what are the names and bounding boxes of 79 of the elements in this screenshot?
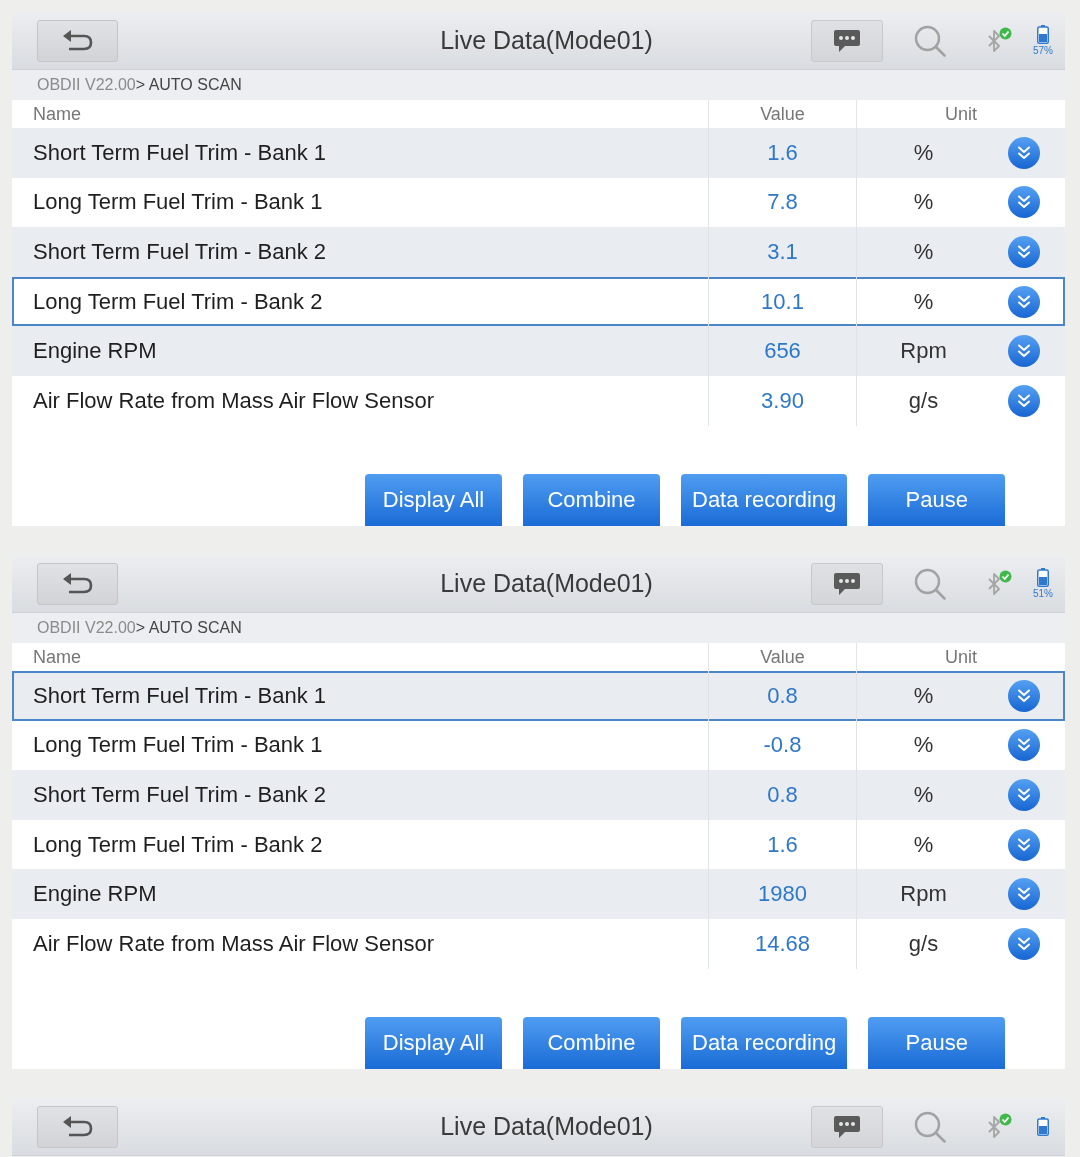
table-row[interactable]: Long Term Fuel Trim - Bank 2 10.1 % <box>12 276 1065 327</box>
back-button[interactable] <box>37 1105 118 1148</box>
table-cell: g/s <box>856 375 990 426</box>
message-button[interactable] <box>811 1105 883 1148</box>
table-row[interactable]: Short Term Fuel Trim - Bank 1 1.6 % <box>12 128 1065 178</box>
bluetooth-connected-icon <box>986 569 1012 598</box>
table-cell-text: Short Term Fuel Trim - Bank 1 <box>32 138 327 167</box>
table-cell-text: Long Term Fuel Trim - Bank 1 <box>32 188 324 217</box>
double-chevron-down-icon[interactable] <box>1008 878 1040 911</box>
table-cell-text: Long Term Fuel Trim - Bank 2 <box>32 830 324 859</box>
battery-icon <box>1037 1117 1049 1136</box>
table-cell: % <box>856 227 990 277</box>
back-button[interactable] <box>37 19 118 62</box>
double-chevron-down-icon[interactable] <box>1008 729 1040 762</box>
table-cell-text: Engine RPM <box>32 880 158 909</box>
table-cell-text: Engine RPM <box>32 337 158 366</box>
double-chevron-down-icon[interactable] <box>1008 136 1040 169</box>
window-title: Live Data(Mode01) <box>440 569 653 598</box>
column-header: Name <box>32 102 82 126</box>
message-button[interactable] <box>811 19 883 62</box>
table-cell: % <box>856 128 990 178</box>
table-cell: 3.90 <box>708 375 856 426</box>
double-chevron-down-icon[interactable] <box>1008 927 1040 960</box>
battery-level: 57% <box>1033 45 1053 56</box>
table-cell: Rpm <box>856 326 990 376</box>
window-title: Live Data(Mode01) <box>440 1112 653 1141</box>
table-cell: 14.68 <box>708 918 856 969</box>
action-button[interactable]: Combine <box>523 1017 660 1069</box>
table-cell-text: Short Term Fuel Trim - Bank 1 <box>32 681 327 710</box>
battery-icon <box>1037 25 1049 44</box>
message-button[interactable] <box>811 562 883 605</box>
table-cell-text: Air Flow Rate from Mass Air Flow Sensor <box>32 386 435 415</box>
table-row[interactable]: Engine RPM 1980 Rpm <box>12 869 1065 919</box>
action-button[interactable]: Pause <box>868 1017 1006 1069</box>
table-cell: % <box>856 770 990 820</box>
double-chevron-down-icon[interactable] <box>1008 335 1040 368</box>
bluetooth-connected-icon <box>986 26 1012 55</box>
table-cell-text: Long Term Fuel Trim - Bank 1 <box>32 731 324 760</box>
table-cell-text: Long Term Fuel Trim - Bank 2 <box>32 287 324 316</box>
chat-bubble-icon <box>833 28 861 53</box>
table-cell: 1.6 <box>708 128 856 178</box>
chat-bubble-icon <box>833 1114 861 1139</box>
battery-icon <box>1037 568 1049 587</box>
table-cell-text: Air Flow Rate from Mass Air Flow Sensor <box>32 929 435 958</box>
action-button[interactable]: Data recording <box>681 474 848 526</box>
bluetooth-connected-icon <box>986 1112 1012 1141</box>
window-title: Live Data(Mode01) <box>440 26 653 55</box>
table-row[interactable]: Short Term Fuel Trim - Bank 2 0.8 % <box>12 770 1065 820</box>
action-button[interactable]: Pause <box>868 474 1006 526</box>
table-cell: g/s <box>856 918 990 969</box>
table-cell: 1980 <box>708 869 856 919</box>
double-chevron-down-icon[interactable] <box>1008 779 1040 811</box>
table-cell: Rpm <box>856 869 990 919</box>
table-cell: 656 <box>708 326 856 376</box>
table-row[interactable]: Short Term Fuel Trim - Bank 2 3.1 % <box>12 227 1065 277</box>
breadcrumb-item[interactable]: > AUTO SCAN <box>135 619 242 637</box>
double-chevron-down-icon[interactable] <box>1008 236 1040 268</box>
action-button[interactable]: Data recording <box>681 1017 848 1069</box>
double-chevron-down-icon[interactable] <box>1008 384 1040 417</box>
table-cell: 0.8 <box>708 671 856 721</box>
table-cell: 0.8 <box>708 770 856 820</box>
back-button[interactable] <box>37 562 118 605</box>
battery-level: 51% <box>1033 588 1053 599</box>
table-row[interactable]: Engine RPM 656 Rpm <box>12 326 1065 376</box>
table-cell-text: Short Term Fuel Trim - Bank 2 <box>32 781 327 809</box>
breadcrumb-item[interactable]: > AUTO SCAN <box>135 76 242 94</box>
action-button[interactable]: Display All <box>365 474 502 526</box>
double-chevron-down-icon[interactable] <box>1008 186 1040 219</box>
chat-bubble-icon <box>833 571 861 596</box>
double-chevron-down-icon[interactable] <box>1008 285 1040 318</box>
column-header: Name <box>32 645 82 669</box>
action-button[interactable]: Combine <box>523 474 660 526</box>
double-chevron-down-icon[interactable] <box>1008 828 1040 861</box>
table-row[interactable]: Short Term Fuel Trim - Bank 1 0.8 % <box>12 671 1065 721</box>
table-cell-text: Short Term Fuel Trim - Bank 2 <box>32 238 327 266</box>
table-cell: 3.1 <box>708 227 856 277</box>
table-cell: % <box>856 671 990 721</box>
action-button[interactable]: Display All <box>365 1017 502 1069</box>
double-chevron-down-icon[interactable] <box>1008 679 1040 712</box>
